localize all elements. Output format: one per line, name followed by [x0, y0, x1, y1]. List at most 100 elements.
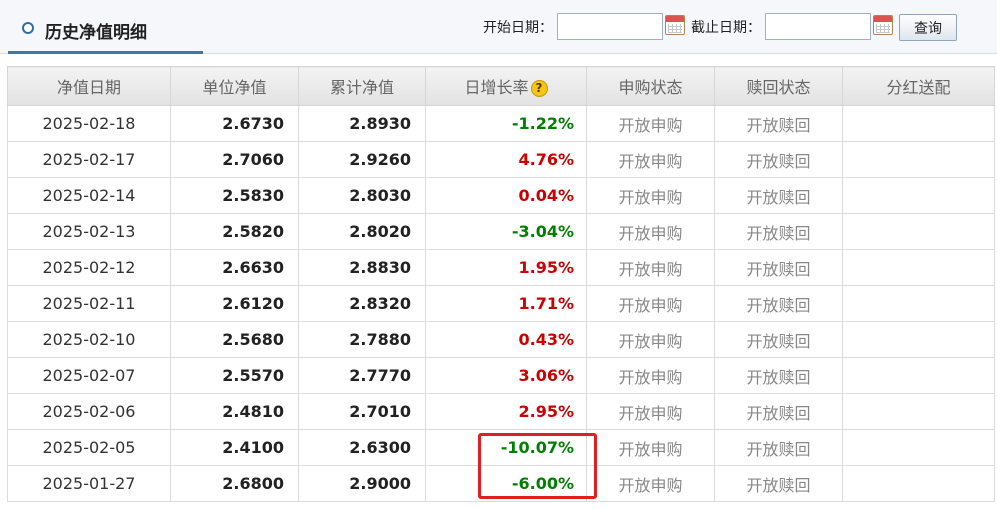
question-mark-icon[interactable]: ? [530, 80, 548, 97]
cell-redeem-status: 开放赎回 [714, 249, 843, 286]
cell-daily-growth: -3.04% [425, 213, 587, 250]
end-date-label: 截止日期： [691, 20, 761, 36]
cell-purchase-status: 开放申购 [586, 141, 715, 178]
cell-unit-nav: 2.7060 [170, 141, 299, 178]
cell-nav-date: 2025-01-27 [7, 465, 171, 502]
column-header-dividend: 分红送配 [842, 66, 995, 106]
start-date-input[interactable] [557, 13, 663, 40]
cell-nav-date: 2025-02-11 [7, 285, 171, 322]
calendar-icon[interactable] [873, 15, 893, 35]
cell-daily-growth: -1.22% [425, 105, 587, 142]
cell-redeem-status: 开放赎回 [714, 321, 843, 358]
cell-dividend [842, 285, 995, 322]
table-header-row: 净值日期 单位净值 累计净值 日增长率? 申购状态 赎回状态 分红送配 [7, 66, 995, 106]
table-row: 2025-02-07 2.5570 2.7770 3.06% 开放申购 开放赎回 [7, 357, 995, 394]
cell-dividend [842, 249, 995, 286]
column-header-purchase-status: 申购状态 [586, 66, 715, 106]
cell-cumulative-nav: 2.8030 [298, 177, 426, 214]
cell-unit-nav: 2.5820 [170, 213, 299, 250]
cell-purchase-status: 开放申购 [586, 465, 715, 502]
page-title: 历史净值明细 [45, 23, 147, 43]
calendar-icon[interactable] [665, 15, 685, 35]
cell-purchase-status: 开放申购 [586, 429, 715, 466]
end-date-input[interactable] [765, 13, 871, 40]
cell-cumulative-nav: 2.6300 [298, 429, 426, 466]
cell-nav-date: 2025-02-06 [7, 393, 171, 430]
cell-daily-growth: 0.43% [425, 321, 587, 358]
cell-purchase-status: 开放申购 [586, 357, 715, 394]
table-row: 2025-02-17 2.7060 2.9260 4.76% 开放申购 开放赎回 [7, 141, 995, 178]
column-header-daily-growth: 日增长率? [425, 66, 587, 106]
cell-dividend [842, 357, 995, 394]
cell-dividend [842, 321, 995, 358]
cell-daily-growth: 3.06% [425, 357, 587, 394]
cell-purchase-status: 开放申购 [586, 393, 715, 430]
cell-redeem-status: 开放赎回 [714, 177, 843, 214]
cell-nav-date: 2025-02-12 [7, 249, 171, 286]
cell-nav-date: 2025-02-14 [7, 177, 171, 214]
cell-redeem-status: 开放赎回 [714, 141, 843, 178]
cell-redeem-status: 开放赎回 [714, 285, 843, 322]
cell-unit-nav: 2.6630 [170, 249, 299, 286]
cell-unit-nav: 2.5830 [170, 177, 299, 214]
cell-daily-growth: -10.07% [425, 429, 587, 466]
table-row: 2025-02-18 2.6730 2.8930 -1.22% 开放申购 开放赎回 [7, 105, 995, 142]
cell-redeem-status: 开放赎回 [714, 429, 843, 466]
table-row: 2025-02-12 2.6630 2.8830 1.95% 开放申购 开放赎回 [7, 249, 995, 286]
cell-nav-date: 2025-02-10 [7, 321, 171, 358]
cell-redeem-status: 开放赎回 [714, 393, 843, 430]
cell-unit-nav: 2.6730 [170, 105, 299, 142]
cell-daily-growth: -6.00% [425, 465, 587, 502]
cell-nav-date: 2025-02-05 [7, 429, 171, 466]
cell-cumulative-nav: 2.8930 [298, 105, 426, 142]
column-header-redeem-status: 赎回状态 [714, 66, 843, 106]
cell-nav-date: 2025-02-13 [7, 213, 171, 250]
cell-daily-growth: 2.95% [425, 393, 587, 430]
cell-cumulative-nav: 2.8830 [298, 249, 426, 286]
table-row: 2025-02-14 2.5830 2.8030 0.04% 开放申购 开放赎回 [7, 177, 995, 214]
cell-dividend [842, 213, 995, 250]
column-header-nav-date: 净值日期 [7, 66, 171, 106]
table-row: 2025-01-27 2.6800 2.9000 -6.00% 开放申购 开放赎回 [7, 465, 995, 502]
cell-redeem-status: 开放赎回 [714, 465, 843, 502]
cell-purchase-status: 开放申购 [586, 177, 715, 214]
cell-unit-nav: 2.5680 [170, 321, 299, 358]
cell-unit-nav: 2.4100 [170, 429, 299, 466]
cell-daily-growth: 4.76% [425, 141, 587, 178]
cell-unit-nav: 2.4810 [170, 393, 299, 430]
cell-daily-growth: 1.71% [425, 285, 587, 322]
cell-nav-date: 2025-02-07 [7, 357, 171, 394]
table-row: 2025-02-13 2.5820 2.8020 -3.04% 开放申购 开放赎回 [7, 213, 995, 250]
cell-purchase-status: 开放申购 [586, 213, 715, 250]
column-header-cumulative-nav: 累计净值 [298, 66, 426, 106]
toolbar: 历史净值明细 开始日期： 截止日期： 查询 [0, 0, 997, 54]
cell-purchase-status: 开放申购 [586, 249, 715, 286]
cell-daily-growth: 1.95% [425, 249, 587, 286]
query-button[interactable]: 查询 [899, 14, 957, 41]
cell-cumulative-nav: 2.8020 [298, 213, 426, 250]
cell-redeem-status: 开放赎回 [714, 105, 843, 142]
table-row: 2025-02-06 2.4810 2.7010 2.95% 开放申购 开放赎回 [7, 393, 995, 430]
cell-cumulative-nav: 2.7880 [298, 321, 426, 358]
cell-cumulative-nav: 2.9000 [298, 465, 426, 502]
start-date-label: 开始日期： [483, 20, 553, 36]
cell-unit-nav: 2.6800 [170, 465, 299, 502]
cell-dividend [842, 393, 995, 430]
cell-dividend [842, 141, 995, 178]
cell-nav-date: 2025-02-17 [7, 141, 171, 178]
cell-daily-growth: 0.04% [425, 177, 587, 214]
cell-unit-nav: 2.6120 [170, 285, 299, 322]
column-header-unit-nav: 单位净值 [170, 66, 299, 106]
cell-redeem-status: 开放赎回 [714, 213, 843, 250]
cell-cumulative-nav: 2.7770 [298, 357, 426, 394]
circle-bullet-icon [22, 22, 34, 34]
nav-history-table: 净值日期 单位净值 累计净值 日增长率? 申购状态 赎回状态 分红送配 2025… [7, 66, 995, 502]
cell-redeem-status: 开放赎回 [714, 357, 843, 394]
table-row: 2025-02-10 2.5680 2.7880 0.43% 开放申购 开放赎回 [7, 321, 995, 358]
cell-purchase-status: 开放申购 [586, 105, 715, 142]
cell-nav-date: 2025-02-18 [7, 105, 171, 142]
cell-dividend [842, 177, 995, 214]
section-title-tab: 历史净值明细 [8, 0, 203, 54]
cell-cumulative-nav: 2.7010 [298, 393, 426, 430]
cell-dividend [842, 429, 995, 466]
